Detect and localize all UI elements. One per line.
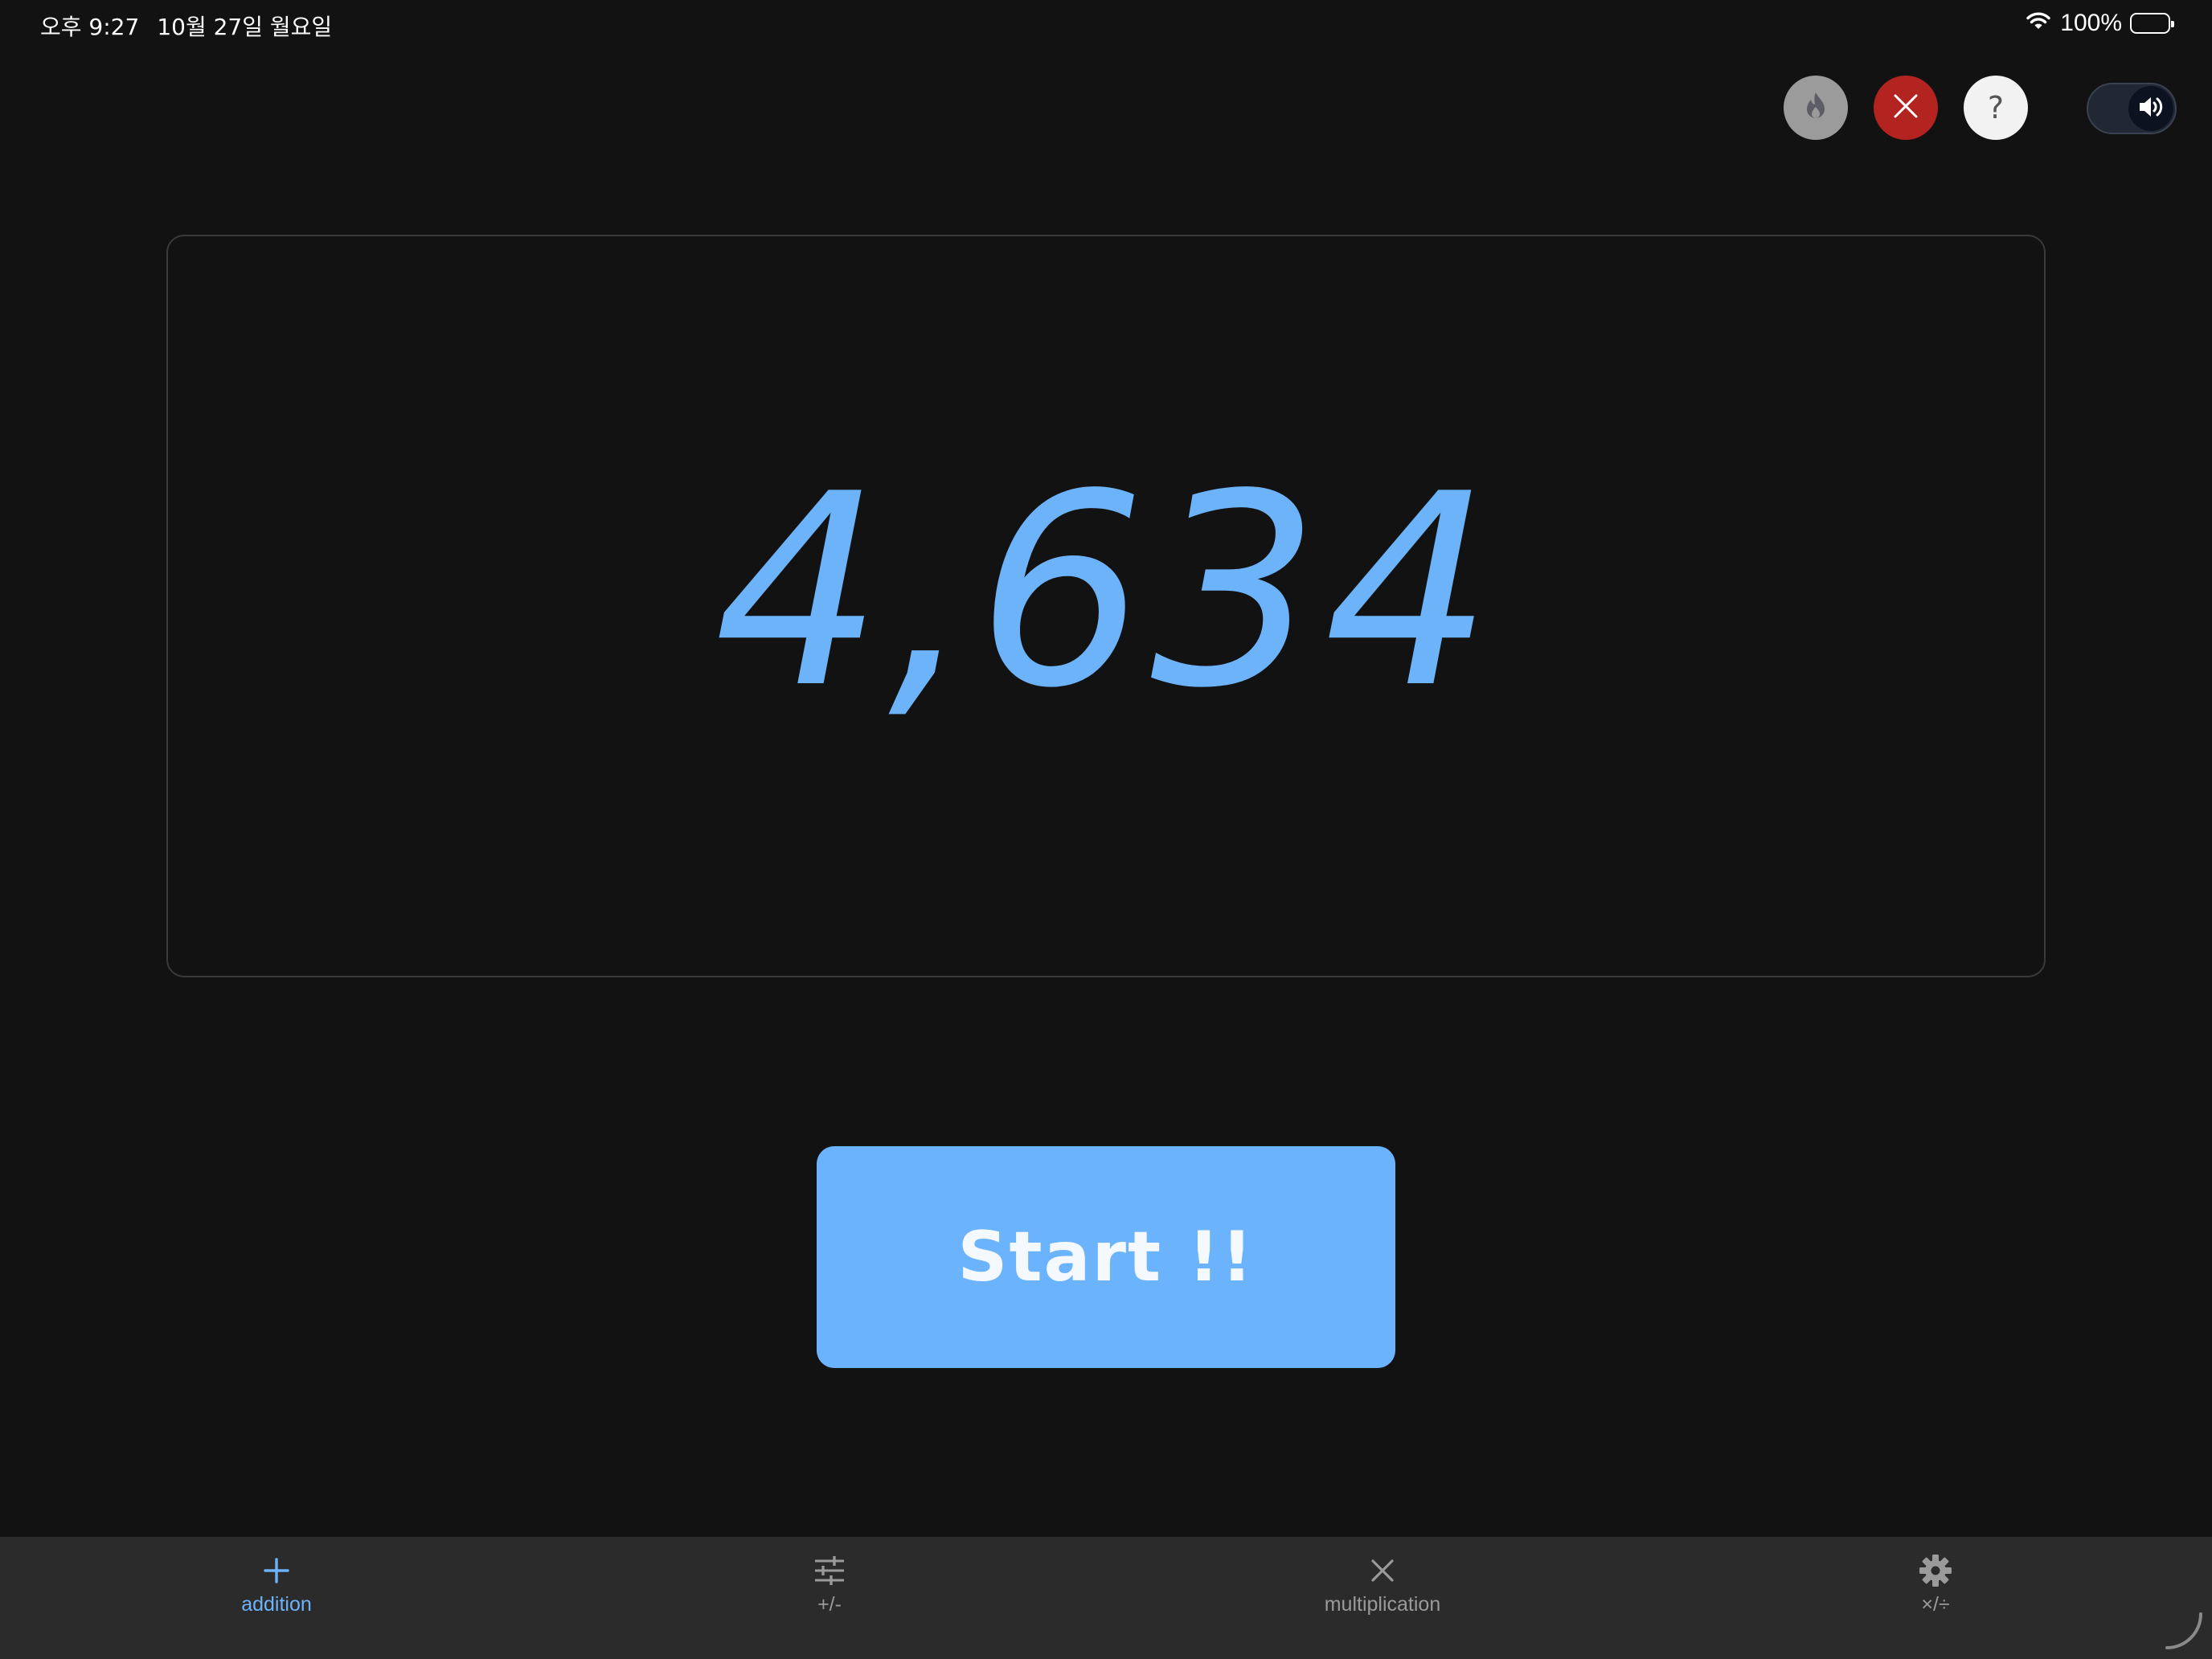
tab-label: ×/÷: [1921, 1593, 1950, 1616]
close-icon: [1892, 92, 1919, 124]
sound-toggle-knob: [2128, 86, 2173, 131]
wifi-icon: [2025, 10, 2052, 37]
streak-button[interactable]: [1784, 76, 1848, 140]
battery-percent: 100%: [2060, 10, 2122, 36]
status-right: 100%: [2025, 10, 2174, 37]
tab-addition[interactable]: addition: [0, 1537, 553, 1659]
sound-toggle[interactable]: [2087, 83, 2177, 134]
corner-indicator-icon: [2164, 1611, 2204, 1651]
help-label: ?: [1987, 90, 2005, 125]
app-screen: 오후 9:27 10월 27일 월요일 100% ? 4,634 Start !…: [0, 0, 2212, 1659]
plus-icon: [259, 1553, 294, 1588]
tab-bar: addition +/- multiplication ×/÷: [0, 1537, 2212, 1659]
tab-multiplication[interactable]: multiplication: [1106, 1537, 1659, 1659]
battery-icon: [2130, 13, 2174, 34]
status-time: 오후 9:27: [40, 14, 140, 40]
number-display-panel: 4,634: [166, 235, 2046, 977]
flame-icon: [1802, 91, 1829, 125]
gear-icon: [1918, 1553, 1953, 1588]
tab-label: addition: [241, 1593, 312, 1616]
status-bar: 오후 9:27 10월 27일 월요일 100%: [0, 0, 2212, 51]
multiply-icon: [1365, 1553, 1400, 1588]
sliders-icon: [812, 1553, 847, 1588]
status-left: 오후 9:27 10월 27일 월요일: [40, 10, 332, 42]
tab-plus-minus[interactable]: +/-: [553, 1537, 1106, 1659]
battery-cap: [2171, 21, 2174, 27]
start-button[interactable]: Start !!: [817, 1146, 1395, 1368]
tab-label: +/-: [817, 1593, 842, 1616]
close-button[interactable]: [1874, 76, 1938, 140]
display-number: 4,634: [714, 437, 1498, 746]
tab-division[interactable]: ×/÷: [1659, 1537, 2212, 1659]
start-button-label: Start !!: [957, 1217, 1255, 1297]
tab-label: multiplication: [1324, 1593, 1441, 1616]
speaker-icon: [2137, 95, 2165, 123]
help-button[interactable]: ?: [1964, 76, 2028, 140]
status-date: 10월 27일 월요일: [157, 14, 333, 40]
